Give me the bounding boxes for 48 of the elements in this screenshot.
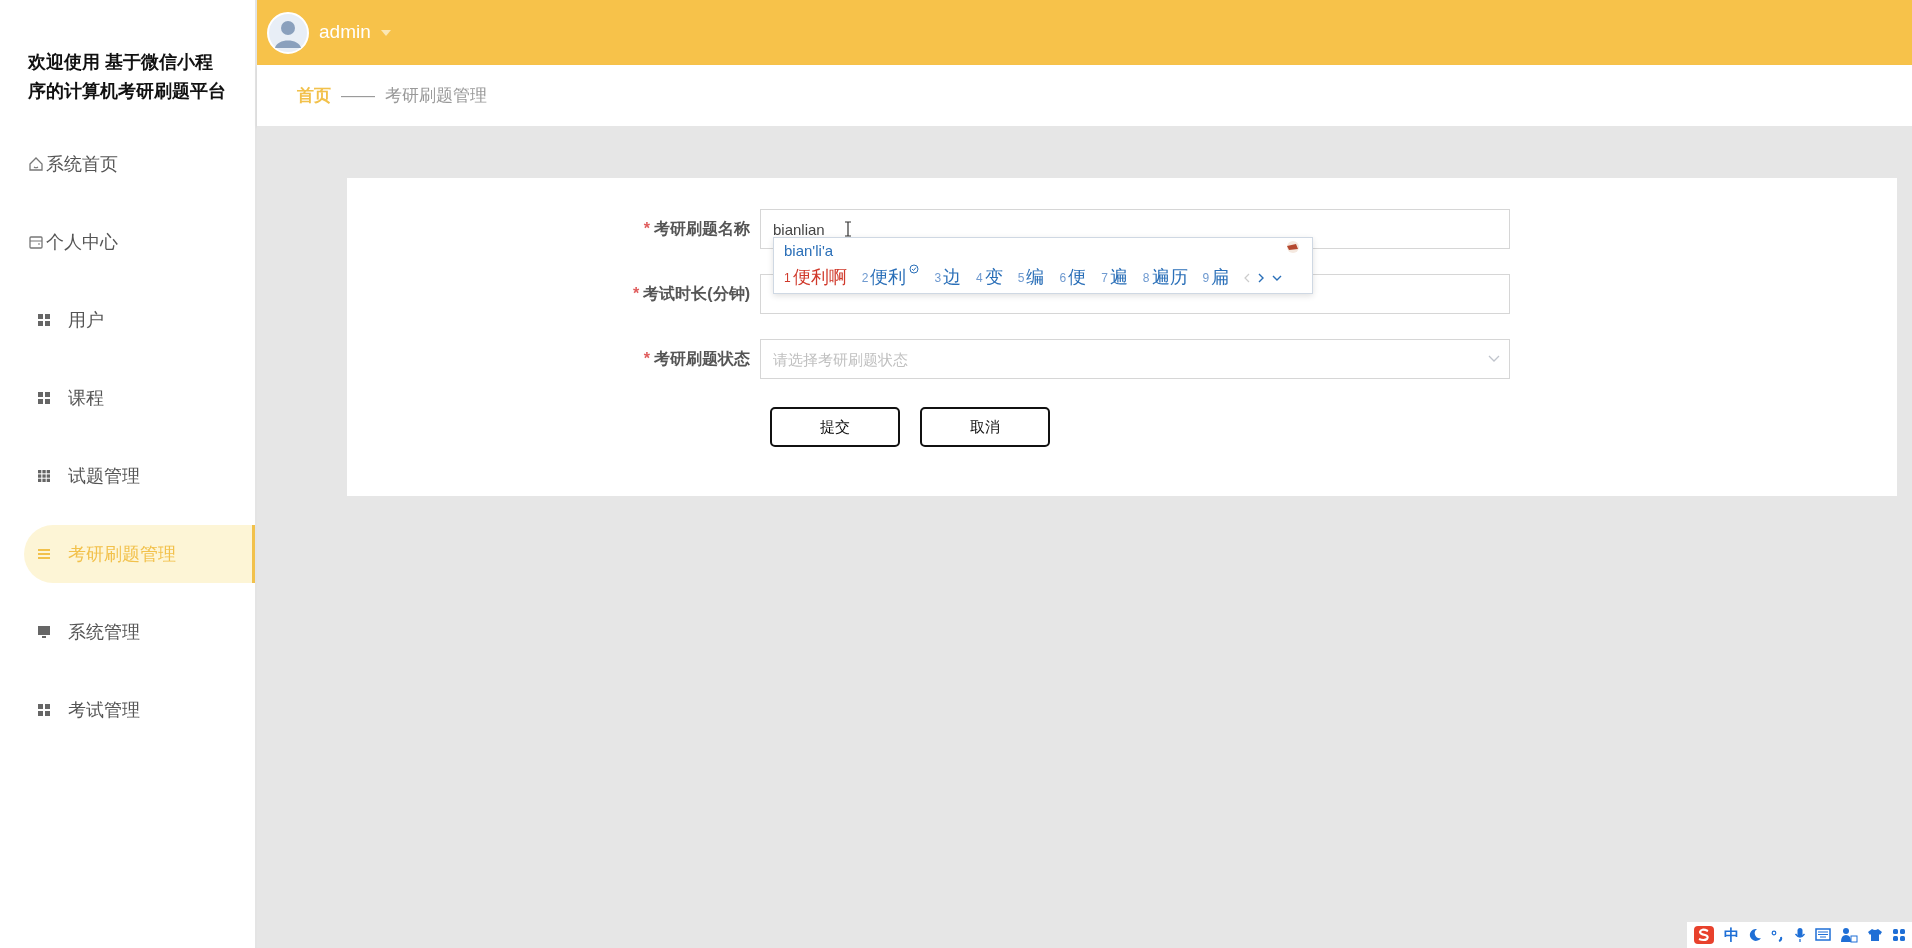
expand-icon[interactable] — [1272, 274, 1283, 281]
ime-candidate[interactable]: 3边 — [934, 264, 962, 291]
sidebar-item[interactable]: 系统首页 — [24, 135, 255, 193]
sidebar-item[interactable]: 个人中心 — [24, 213, 255, 271]
breadcrumb-current: 考研刷题管理 — [385, 84, 487, 107]
mascot-icon — [1284, 240, 1302, 254]
ime-candidate[interactable]: 2便利 — [861, 264, 907, 291]
ime-candidate[interactable]: 7遍 — [1101, 264, 1128, 291]
ime-candidate[interactable]: 9 扁 — [1202, 264, 1230, 291]
ime-candidate[interactable]: 4变 — [976, 264, 1003, 291]
grid-icon — [36, 312, 52, 328]
grid-icon — [36, 702, 52, 718]
ime-candidate[interactable]: 6便 — [1059, 264, 1087, 291]
app-title: 欢迎使用 基于微信小程序的计算机考研刷题平台 — [28, 51, 227, 103]
field-label: * 考研刷题状态 — [642, 349, 751, 369]
ime-candidate[interactable]: 8 遍历 — [1142, 264, 1188, 291]
check-circle-icon — [909, 264, 920, 274]
grid-icon — [36, 390, 52, 406]
moon-icon[interactable] — [1748, 927, 1762, 942]
text-cursor-icon — [844, 221, 852, 237]
shirt-icon[interactable] — [1867, 927, 1883, 942]
sidebar-item[interactable]: 用户 — [24, 291, 255, 349]
grid-icon — [36, 468, 52, 484]
microphone-icon[interactable] — [1794, 926, 1806, 943]
avatar[interactable] — [267, 11, 309, 54]
cancel-button[interactable]: 取消 — [920, 407, 1050, 447]
breadcrumb-separator: —— — [341, 84, 375, 107]
next-icon[interactable] — [1258, 272, 1265, 283]
ime-mode-toggle[interactable]: 中 — [1724, 923, 1739, 946]
chevron-down-icon — [1488, 355, 1500, 363]
sidebar-item[interactable]: 课程 — [24, 369, 255, 427]
field-label: * 考试时长(分钟) — [632, 284, 751, 304]
select-field[interactable]: 请选择考研刷题状态 — [760, 339, 1510, 379]
list-icon — [36, 546, 52, 562]
card-icon — [28, 234, 44, 250]
user-icon[interactable] — [1840, 926, 1858, 943]
ime-candidate[interactable]: 5编 — [1017, 264, 1045, 291]
submit-button[interactable]: 提交 — [770, 407, 900, 447]
sidebar-item[interactable]: 系统管理 — [24, 603, 255, 661]
grid-icon[interactable] — [1892, 927, 1906, 942]
sidebar-item[interactable]: 考试管理 — [24, 681, 255, 739]
field-label: * 考研刷题名称 — [642, 219, 751, 239]
keyboard-icon[interactable] — [1815, 928, 1831, 942]
sidebar-item[interactable]: 试题管理 — [24, 447, 255, 505]
ime-candidate[interactable]: 1 便利啊 — [784, 264, 847, 291]
monitor-icon — [36, 624, 52, 640]
home-icon — [28, 156, 44, 172]
ime-logo-icon[interactable] — [1693, 924, 1715, 945]
